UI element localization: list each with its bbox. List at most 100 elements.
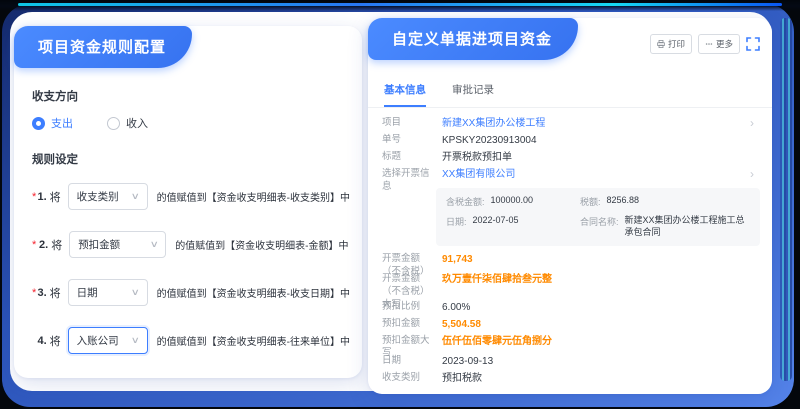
rule-verb: 将 [50,333,61,349]
field-value: KPSKY20230913004 [442,134,537,148]
field-value-highlight: 5,504.58 [442,318,481,332]
more-icon [705,40,713,48]
field-row-date: 日期 2023-09-13 [382,352,760,369]
contract-date-cell: 日期: 2022-07-05 [446,215,572,238]
field-value-highlight: 伍仟伍佰零肆元伍角捌分 [442,335,552,349]
select-value: 预扣金额 [78,237,120,252]
rule-4-field-select[interactable]: 入账公司 ∨ [68,327,148,354]
radio-selected-icon [32,117,45,130]
panel-title-right: 自定义单据进项目资金 [368,18,578,60]
rule-row-3: * 3. 将 日期 ∨ 的值赋值到【资金收支明细表-收支日期】中 [32,279,350,306]
field-value: 6.00% [442,301,470,315]
radio-income-label: 收入 [126,115,148,131]
radio-income[interactable]: 收入 [107,115,148,131]
required-mark: * [32,239,39,251]
project-link[interactable]: 新建XX集团办公楼工程 [442,117,545,131]
chevron-down-icon: ∨ [131,191,140,202]
panel-toolbar: 打印 更多 [650,34,760,54]
rule-1-field-select[interactable]: 收支类别 ∨ [68,183,148,210]
field-row-invoice-amount: 开票金额（不含税） 91,743 [382,250,760,270]
field-value: 开票税款预扣单 [442,151,512,165]
direction-radio-group: 支出 收入 [32,115,350,131]
field-value: 2023-09-13 [442,355,493,369]
rule-2-field-select[interactable]: 预扣金额 ∨ [69,231,166,258]
field-label: 选择开票信息 [382,168,442,194]
detail-tabs: 基本信息 审批记录 [368,82,772,108]
chevron-down-icon: ∨ [131,287,140,298]
chevron-down-icon: ∨ [149,239,158,250]
rule-suffix: 的值赋值到【资金收支明细表-金额】中 [175,237,348,252]
contract-info-box: 含税金额: 100000.00 税额: 8256.88 日期: 2022-07-… [436,188,760,245]
tab-approval-record[interactable]: 审批记录 [452,82,494,107]
field-value: 2022-07-05 [473,215,519,227]
rule-row-2: * 2. 将 预扣金额 ∨ 的值赋值到【资金收支明细表-金额】中 [32,231,350,258]
rule-verb: 将 [51,237,62,253]
field-label: 日期 [382,355,442,368]
field-row-withholding-amount-caps: 预扣金额大写 伍仟伍佰零肆元伍角捌分 [382,332,760,352]
field-label: 单号 [382,134,442,147]
field-label: 项目 [382,117,442,130]
field-label: 含税金额: [446,195,485,208]
field-value: 8256.88 [606,195,639,207]
field-label: 标题 [382,151,442,164]
more-button[interactable]: 更多 [698,34,740,54]
radio-expense[interactable]: 支出 [32,115,73,131]
select-value: 入账公司 [77,333,119,348]
rule-3-field-select[interactable]: 日期 ∨ [68,279,148,306]
chevron-right-icon[interactable]: › [750,117,754,129]
field-label: 预扣比例 [382,301,442,314]
print-button[interactable]: 打印 [650,34,692,54]
rule-suffix: 的值赋值到【资金收支明细表-收支类别】中 [157,189,350,204]
tax-amount-cell: 税额: 8256.88 [580,195,750,208]
field-label: 日期: [446,215,467,228]
select-value: 日期 [77,285,98,300]
fund-rule-config-panel: 项目资金规则配置 收支方向 支出 收入 规则设定 * 1. 将 收支类别 ∨ 的… [14,26,362,378]
rule-suffix: 的值赋值到【资金收支明细表-往来单位】中 [157,333,350,348]
contract-name-cell: 合同名称: 新建XX集团办公楼工程施工总承包合同 [580,215,750,238]
field-label: 合同名称: [580,215,619,228]
radio-expense-label: 支出 [51,115,73,131]
right-bezel-stripes [780,18,792,381]
more-button-label: 更多 [716,38,733,50]
print-button-label: 打印 [668,38,685,50]
field-label: 收支类别 [382,372,442,385]
field-row-project: 项目 新建XX集团办公楼工程 › [382,114,760,131]
chevron-right-icon[interactable]: › [750,168,754,180]
printer-icon [657,40,665,48]
panel-title-left: 项目资金规则配置 [14,26,192,68]
field-label: 预扣金额 [382,318,442,331]
field-row-withholding-ratio: 预扣比例 6.00% [382,298,760,315]
tab-basic-info[interactable]: 基本信息 [384,82,426,107]
field-row-category: 收支类别 预扣税款 [382,369,760,386]
field-value-highlight: 玖万壹仟柒佰肆拾叁元整 [442,273,552,287]
detail-form: 项目 新建XX集团办公楼工程 › 单号 KPSKY20230913004 标题 … [382,114,760,386]
fullscreen-button[interactable] [746,37,760,51]
fullscreen-icon [746,37,760,51]
field-row-invoice-amount-caps: 开票金额（不含税）大写 玖万壹仟柒佰肆拾叁元整 [382,270,760,298]
direction-label: 收支方向 [32,88,350,104]
custom-document-panel: 自定义单据进项目资金 打印 更多 基本信息 审批记录 项目 [368,18,772,394]
top-accent-line [18,3,782,6]
field-row-withholding-amount: 预扣金额 5,504.58 [382,315,760,332]
rule-verb: 将 [50,189,61,205]
chevron-down-icon: ∨ [131,335,140,346]
field-value: 100000.00 [491,195,534,207]
invoice-company-link[interactable]: XX集团有限公司 [442,168,515,182]
rule-number: 2. [39,239,48,251]
select-value: 收支类别 [77,189,119,204]
field-row-title: 标题 开票税款预扣单 [382,148,760,165]
rule-row-1: * 1. 将 收支类别 ∨ 的值赋值到【资金收支明细表-收支类别】中 [32,183,350,210]
rules-label: 规则设定 [32,151,350,167]
rule-number: 4. [37,335,46,347]
field-label: 税额: [580,195,601,208]
contract-amount-cell: 含税金额: 100000.00 [446,195,572,208]
field-value: 预扣税款 [442,372,482,386]
field-value-highlight: 91,743 [442,253,473,267]
field-row-doc-number: 单号 KPSKY20230913004 [382,131,760,148]
rule-row-4: 4. 将 入账公司 ∨ 的值赋值到【资金收支明细表-往来单位】中 [32,327,350,354]
rule-verb: 将 [50,285,61,301]
rule-number: 3. [37,287,46,299]
field-row-invoice-info: 选择开票信息 XX集团有限公司 › [382,165,760,185]
radio-unselected-icon [107,117,120,130]
rule-number: 1. [37,191,46,203]
